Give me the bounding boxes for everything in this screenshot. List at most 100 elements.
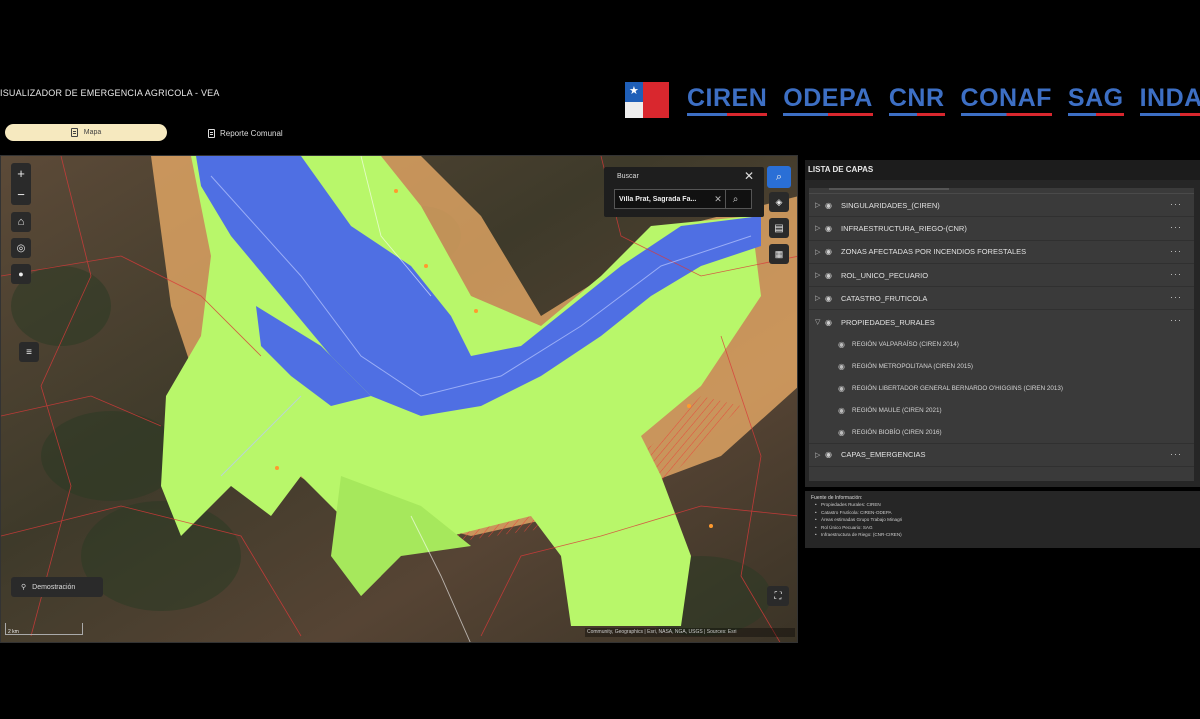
basemap-button[interactable]: ◈ <box>769 192 789 212</box>
source-item: Catastro Frutícola: CIREN-ODEPA <box>811 509 1194 517</box>
source-item: Rol Único Pecuario: SAG <box>811 524 1194 532</box>
source-item: Propiedades Rurales: CIREN <box>811 501 1194 509</box>
search-submit-icon[interactable]: ⌕ <box>725 190 745 208</box>
map-canvas[interactable] <box>1 156 798 643</box>
sublayer-label: REGIÓN VALPARAÍSO (CIREN 2014) <box>852 341 959 349</box>
search-panel: Buscar ✕ ✕ ⌕ <box>604 167 764 217</box>
eye-icon[interactable]: ◉ <box>825 224 837 233</box>
layer-list[interactable]: ▷ ◉ SINGULARIDADES_(CIREN) ··· ▷ ◉ INFRA… <box>809 188 1194 481</box>
source-item: Infraestructura de Riego: (CNR-CIREN) <box>811 531 1194 539</box>
eye-icon[interactable]: ◉ <box>825 318 837 327</box>
sublayer-label: REGIÓN METROPOLITANA (CIREN 2015) <box>852 363 973 371</box>
eye-icon[interactable]: ◉ <box>838 406 852 415</box>
agency-logo-conaf[interactable]: CONAF <box>960 84 1053 116</box>
agency-logos: ★ CIREN ODEPA CNR CONAF SAG INDAP <box>625 82 1200 118</box>
demo-button[interactable]: ⚲ Demostración <box>11 577 103 597</box>
caret-icon[interactable]: ▷ <box>815 224 825 232</box>
sublayer-row[interactable]: ◉ REGIÓN VALPARAÍSO (CIREN 2014) <box>809 334 1194 356</box>
list-icon: ≡ <box>26 346 32 358</box>
eye-icon[interactable]: ◉ <box>838 384 852 393</box>
app-title: ISUALIZADOR DE EMERGENCIA AGRICOLA - VEA <box>0 88 220 98</box>
sublayer-row[interactable]: ◉ REGIÓN LIBERTADOR GENERAL BERNARDO O'H… <box>809 378 1194 400</box>
more-icon[interactable]: ··· <box>1170 449 1182 459</box>
layer-label: INFRAESTRUCTURA_RIEGO-(CNR) <box>841 223 967 233</box>
agency-logo-ciren[interactable]: CIREN <box>687 84 768 116</box>
layer-label: ZONAS AFECTADAS POR INCENDIOS FORESTALES <box>841 247 1027 257</box>
tab-reporte-comunal[interactable]: Reporte Comunal <box>208 126 283 140</box>
sublayer-row[interactable]: ◉ REGIÓN MAULE (CIREN 2021) <box>809 400 1194 422</box>
sublayer-row[interactable]: ◉ REGIÓN BIOBÍO (CIREN 2016) <box>809 422 1194 444</box>
sublayer-label: REGIÓN BIOBÍO (CIREN 2016) <box>852 428 942 436</box>
more-icon[interactable]: ··· <box>1170 199 1182 209</box>
layer-row[interactable]: ▷ ◉ CATASTRO_FRUTICOLA ··· <box>809 287 1194 311</box>
search-toggle-button[interactable]: ⌕ <box>767 166 791 188</box>
legend-button[interactable]: ≡ <box>19 342 39 362</box>
sublayer-row[interactable]: ◉ REGIÓN METROPOLITANA (CIREN 2015) <box>809 356 1194 378</box>
agency-logo-indap[interactable]: INDAP <box>1139 84 1200 116</box>
fullscreen-button[interactable]: ⛶ <box>767 586 789 606</box>
eye-icon[interactable]: ◉ <box>838 428 852 437</box>
agency-logo-cnr[interactable]: CNR <box>888 84 945 116</box>
eye-icon[interactable]: ◉ <box>838 362 852 371</box>
caret-icon[interactable]: ▷ <box>815 248 825 256</box>
search-icon: ⌕ <box>775 170 783 183</box>
eye-icon[interactable]: ◉ <box>825 450 837 459</box>
zoom-control: + − <box>11 163 31 205</box>
caret-icon[interactable]: ▷ <box>815 271 825 279</box>
map-view[interactable]: + − ⌂ ◎ ● ≡ ⌕ ◈ ▤ ▦ ⛶ ⚲ Demostración 2 k… <box>0 155 798 643</box>
sublayer-label: REGIÓN MAULE (CIREN 2021) <box>852 407 942 415</box>
eye-icon[interactable]: ◉ <box>838 340 852 349</box>
caret-icon[interactable]: ▷ <box>815 294 825 302</box>
search-input[interactable] <box>615 195 711 203</box>
map-tab-icon <box>70 128 78 137</box>
more-icon[interactable]: ··· <box>1170 269 1182 279</box>
home-icon: ⌂ <box>17 216 25 228</box>
map-attribution: Community, Geographics | Esri, NASA, NGA… <box>585 628 795 637</box>
more-icon[interactable]: ··· <box>1170 292 1182 302</box>
sources-panel: Fuente de Información: Propiedades Rural… <box>805 491 1200 548</box>
layer-row[interactable]: ▷ ◉ ROL_UNICO_PECUARIO ··· <box>809 264 1194 288</box>
more-icon[interactable]: ··· <box>1170 222 1182 232</box>
caret-down-icon[interactable]: ▽ <box>815 318 825 326</box>
report-tab-icon <box>208 128 215 138</box>
sources-list: Propiedades Rurales: CIREN Catastro Frut… <box>811 501 1194 539</box>
table-button[interactable]: ▤ <box>769 218 789 238</box>
layer-row[interactable]: ▷ ◉ SINGULARIDADES_(CIREN) ··· <box>809 194 1194 218</box>
layer-label: ROL_UNICO_PECUARIO <box>841 270 929 280</box>
mic-icon: ● <box>18 269 24 279</box>
close-icon[interactable]: ✕ <box>744 169 754 183</box>
fullscreen-icon: ⛶ <box>774 590 782 602</box>
zoom-in-icon[interactable]: + <box>17 166 25 181</box>
source-item: Áreas estimadas Grupo Trabajo Minagri <box>811 516 1194 524</box>
caret-icon[interactable]: ▷ <box>815 451 825 459</box>
home-button[interactable]: ⌂ <box>11 212 31 232</box>
layer-list-panel: LISTA DE CAPAS ▷ ◉ SINGULARIDADES_(CIREN… <box>805 160 1200 487</box>
eye-icon[interactable]: ◉ <box>825 294 837 303</box>
layer-row[interactable]: ▷ ◉ ZONAS AFECTADAS POR INCENDIOS FOREST… <box>809 241 1194 264</box>
zoom-out-icon[interactable]: − <box>17 187 25 202</box>
tab-mapa[interactable]: Mapa <box>5 124 167 141</box>
more-icon[interactable]: ··· <box>1170 246 1182 256</box>
tab-mapa-label: Mapa <box>83 129 102 136</box>
locate-icon: ◎ <box>16 242 26 254</box>
agency-logo-odepa[interactable]: ODEPA <box>783 84 873 116</box>
search-title: Buscar <box>617 173 639 180</box>
tab-reporte-label: Reporte Comunal <box>220 128 283 138</box>
eye-icon[interactable]: ◉ <box>825 271 837 280</box>
gobierno-de-chile-logo: ★ <box>625 82 669 118</box>
more-icon[interactable]: ··· <box>1170 315 1182 325</box>
agency-logo-sag[interactable]: SAG <box>1067 84 1124 116</box>
locate-button[interactable]: ◎ <box>11 238 31 258</box>
voice-button[interactable]: ● <box>11 264 31 284</box>
eye-icon[interactable]: ◉ <box>825 201 837 210</box>
caret-icon[interactable]: ▷ <box>815 201 825 209</box>
print-icon: ▦ <box>774 248 784 259</box>
clear-search-icon[interactable]: ✕ <box>711 194 725 205</box>
layer-label: SINGULARIDADES_(CIREN) <box>841 200 940 210</box>
layer-label: CATASTRO_FRUTICOLA <box>841 293 928 303</box>
print-button[interactable]: ▦ <box>769 244 789 264</box>
layer-row[interactable]: ▷ ◉ INFRAESTRUCTURA_RIEGO-(CNR) ··· <box>809 217 1194 241</box>
layer-row[interactable]: ▷ ◉ CAPAS_EMERGENCIAS ··· <box>809 444 1194 468</box>
eye-icon[interactable]: ◉ <box>825 247 837 256</box>
layer-row-expanded[interactable]: ▽ ◉ PROPIEDADES_RURALES ··· <box>809 310 1194 333</box>
